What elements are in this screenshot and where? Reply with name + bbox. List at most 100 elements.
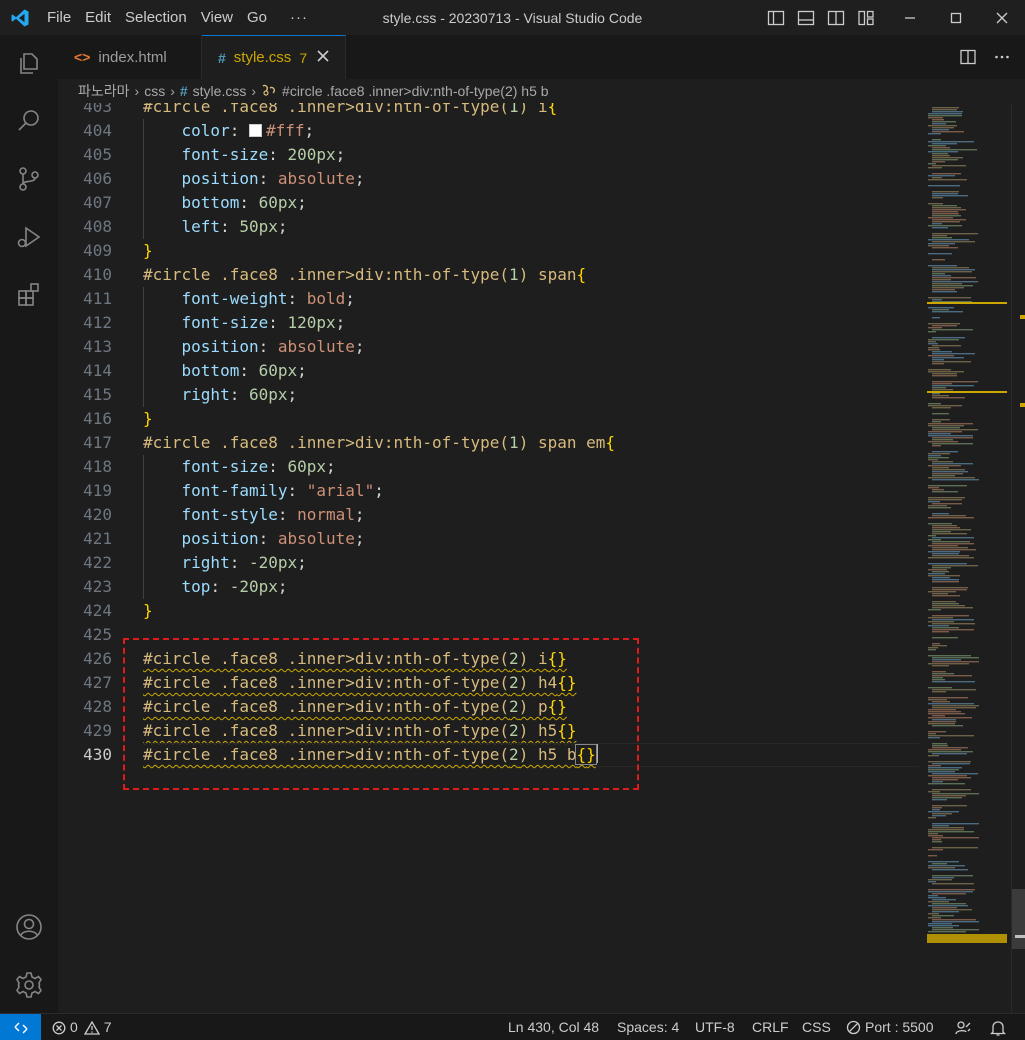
code-line[interactable]: 428 #circle .face8 .inner>div:nth-of-type… xyxy=(58,695,925,719)
menu-go[interactable]: Go xyxy=(240,0,274,35)
code-line[interactable]: 403 #circle .face8 .inner>div:nth-of-type… xyxy=(58,103,925,119)
eol-status[interactable]: CRLF xyxy=(752,1014,789,1040)
code-text: right: -20px; xyxy=(181,553,307,572)
cursor-position[interactable]: Ln 430, Col 48 xyxy=(508,1014,599,1040)
menu-view[interactable]: View xyxy=(194,0,240,35)
minimap-line xyxy=(932,429,978,431)
minimap-line xyxy=(932,839,941,841)
code-line[interactable]: 414 bottom: 60px; xyxy=(58,359,925,383)
feedback-icon[interactable] xyxy=(954,1014,972,1040)
search-icon[interactable] xyxy=(0,97,58,145)
settings-gear-icon[interactable] xyxy=(0,961,58,1009)
code-line[interactable]: 426 #circle .face8 .inner>div:nth-of-type… xyxy=(58,647,925,671)
close-tab-icon[interactable] xyxy=(317,49,329,66)
toggle-panel-icon[interactable] xyxy=(796,8,816,28)
run-debug-icon[interactable] xyxy=(0,213,58,261)
code-line[interactable]: 417 #circle .face8 .inner>div:nth-of-type… xyxy=(58,431,925,455)
vertical-scrollbar[interactable] xyxy=(1011,103,1025,1013)
code-line[interactable]: 424} xyxy=(58,599,925,623)
maximize-button[interactable] xyxy=(933,0,979,35)
code-line[interactable]: 427 #circle .face8 .inner>div:nth-of-type… xyxy=(58,671,925,695)
code-line[interactable]: 418 font-size: 60px; xyxy=(58,455,925,479)
code-line[interactable]: 405 font-size: 200px; xyxy=(58,143,925,167)
split-editor-icon[interactable] xyxy=(959,48,977,66)
code-line[interactable]: 412 font-size: 120px; xyxy=(58,311,925,335)
code-line[interactable]: 410 #circle .face8 .inner>div:nth-of-type… xyxy=(58,263,925,287)
code-line[interactable]: 404 color: #fff; xyxy=(58,119,925,143)
extensions-icon[interactable] xyxy=(0,271,58,319)
line-number: 408 xyxy=(83,217,112,236)
code-line[interactable]: 430 #circle .face8 .inner>div:nth-of-type… xyxy=(58,743,925,767)
code-line[interactable]: 425 xyxy=(58,623,925,647)
code-line[interactable]: 409} xyxy=(58,239,925,263)
breadcrumb-symbol[interactable]: #circle .face8 .inner>div:nth-of-type(2)… xyxy=(282,83,549,99)
tab-style-css[interactable]: # style.css 7 xyxy=(202,35,346,79)
code-line[interactable]: 422 right: -20px; xyxy=(58,551,925,575)
minimap-line xyxy=(928,243,955,245)
minimap-line xyxy=(932,907,957,909)
toggle-primary-sidebar-icon[interactable] xyxy=(766,8,786,28)
title-bar: File Edit Selection View Go ··· style.cs… xyxy=(0,0,1025,35)
minimap-line xyxy=(928,551,960,553)
minimap-line xyxy=(928,167,942,169)
explorer-icon[interactable] xyxy=(0,39,58,87)
minimap-line xyxy=(928,735,974,737)
problems-status[interactable]: 0 7 xyxy=(52,1014,112,1040)
code-line[interactable]: 421 position: absolute; xyxy=(58,527,925,551)
more-actions-icon[interactable] xyxy=(993,48,1011,66)
minimap-line xyxy=(928,485,967,487)
minimap-line xyxy=(932,207,961,209)
indentation-status[interactable]: Spaces: 4 xyxy=(617,1014,679,1040)
tab-index-html[interactable]: <> index.html xyxy=(58,35,202,79)
minimap-line xyxy=(932,289,955,291)
line-number: 413 xyxy=(83,337,112,356)
minimap-line xyxy=(932,213,959,215)
live-server-status[interactable]: Port : 5500 xyxy=(846,1014,934,1040)
minimap-line xyxy=(932,131,964,133)
code-line[interactable]: 406 position: absolute; xyxy=(58,167,925,191)
language-mode[interactable]: CSS xyxy=(802,1014,831,1040)
toggle-secondary-sidebar-icon[interactable] xyxy=(826,8,846,28)
minimap-line xyxy=(932,795,966,797)
minimap-line xyxy=(928,591,956,593)
minimize-button[interactable] xyxy=(887,0,933,35)
code-line[interactable]: 416} xyxy=(58,407,925,431)
minimap[interactable] xyxy=(925,103,1011,1013)
remote-indicator-icon[interactable] xyxy=(0,1014,41,1040)
minimap-viewport-slider xyxy=(927,934,1007,943)
menu-edit[interactable]: Edit xyxy=(78,0,118,35)
code-line[interactable]: 413 position: absolute; xyxy=(58,335,925,359)
menu-selection[interactable]: Selection xyxy=(118,0,194,35)
code-line[interactable]: 415 right: 60px; xyxy=(58,383,925,407)
line-number: 415 xyxy=(83,385,112,404)
minimap-line xyxy=(932,467,949,469)
code-line[interactable]: 419 font-family: "arial"; xyxy=(58,479,925,503)
source-control-icon[interactable] xyxy=(0,155,58,203)
encoding-status[interactable]: UTF-8 xyxy=(695,1014,735,1040)
breadcrumb-folder[interactable]: 파노라마 xyxy=(78,81,130,101)
code-line[interactable]: 423 top: -20px; xyxy=(58,575,925,599)
minimap-line xyxy=(928,767,962,769)
minimap-line xyxy=(928,433,951,435)
code-line[interactable]: 420 font-style: normal; xyxy=(58,503,925,527)
close-window-button[interactable] xyxy=(979,0,1025,35)
customize-layout-icon[interactable] xyxy=(856,8,876,28)
minimap-line xyxy=(932,533,967,535)
code-line[interactable]: 408 left: 50px; xyxy=(58,215,925,239)
minimap-line xyxy=(932,587,968,589)
accounts-icon[interactable] xyxy=(0,903,58,951)
breadcrumb-file[interactable]: style.css xyxy=(193,83,247,99)
breadcrumb-subfolder[interactable]: css xyxy=(144,83,165,99)
code-editor[interactable]: 403 #circle .face8 .inner>div:nth-of-type… xyxy=(58,103,925,1013)
vscode-logo-icon xyxy=(0,0,40,35)
code-line[interactable]: 407 bottom: 60px; xyxy=(58,191,925,215)
minimap-line xyxy=(928,133,941,135)
code-line[interactable]: 411 font-weight: bold; xyxy=(58,287,925,311)
minimap-line xyxy=(932,281,978,283)
menu-more-button[interactable]: ··· xyxy=(274,0,315,35)
minimap-line xyxy=(932,547,968,549)
minimap-line xyxy=(928,535,936,537)
code-line[interactable]: 429 #circle .face8 .inner>div:nth-of-type… xyxy=(58,719,925,743)
menu-file[interactable]: File xyxy=(40,0,78,35)
notifications-bell-icon[interactable] xyxy=(990,1014,1006,1040)
